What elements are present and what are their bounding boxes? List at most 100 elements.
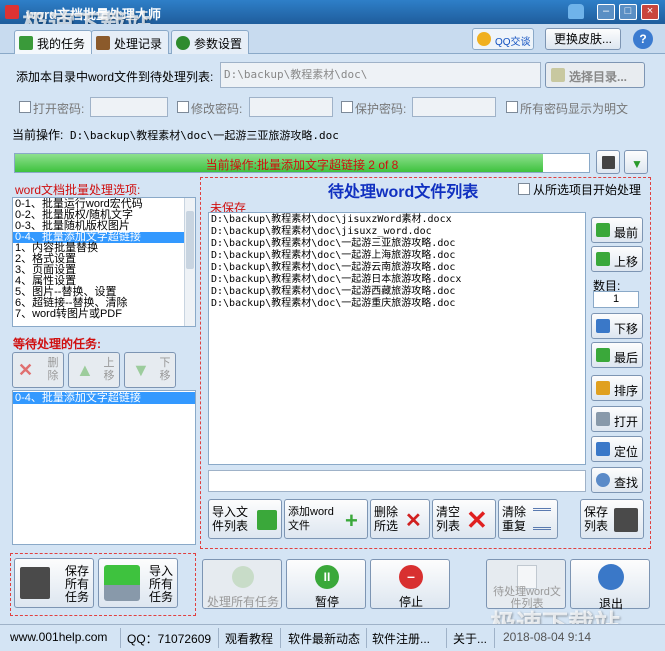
shirt-icon[interactable] — [568, 4, 584, 19]
save-list-label: 保存列表 — [584, 505, 609, 533]
file-item[interactable]: D:\backup\教程素材\doc\一起游云南旅游攻略.doc — [209, 262, 585, 274]
open-password-label: 打开密码: — [33, 102, 85, 116]
exit-button[interactable]: 退出 — [570, 559, 650, 611]
progress-text: 当前操作:批量添加文字超链接 2 of 8 — [205, 158, 399, 172]
import-all-tasks-button[interactable]: 导入所有任务 — [98, 558, 178, 608]
move-top-button[interactable]: 最前 — [591, 217, 643, 243]
locate-icon — [596, 442, 610, 456]
status-news[interactable]: 软件最新动态 — [288, 630, 360, 647]
maximize-button[interactable]: □ — [619, 4, 637, 20]
file-item[interactable]: D:\backup\教程素材\doc\jisuxz_word.doc — [209, 226, 585, 238]
move-bottom-label: 最后 — [614, 351, 639, 365]
dir-path-field[interactable]: D:\backup\教程素材\doc\ — [220, 62, 541, 88]
file-search-field[interactable] — [208, 470, 586, 492]
pause-button[interactable]: II 暂停 — [286, 559, 366, 609]
options-scrollbar[interactable] — [184, 198, 195, 326]
delete-task-label: 删除 — [47, 357, 59, 382]
open-password-checkbox[interactable] — [19, 101, 31, 113]
protect-password-field[interactable] — [412, 97, 496, 117]
find-button[interactable]: 查找 — [591, 467, 643, 493]
file-item[interactable]: D:\backup\教程素材\doc\一起游重庆旅游攻略.doc — [209, 298, 585, 310]
stop-button[interactable]: – 停止 — [370, 559, 450, 609]
process-list-button[interactable]: 待处理word文件列表 — [486, 559, 566, 610]
open-password-field[interactable] — [90, 97, 168, 117]
delete-selected-label: 删除所选 — [374, 505, 399, 533]
qq-chat-button[interactable]: QQ交谈 — [472, 28, 534, 50]
task-up-label: 上移 — [103, 357, 115, 382]
play-icon — [232, 566, 254, 588]
file-item[interactable]: D:\backup\教程素材\doc\一起游上海旅游攻略.doc — [209, 250, 585, 262]
process-all-button[interactable]: 处理所有任务 — [202, 559, 282, 609]
top-arrow-icon — [596, 223, 610, 237]
import-list-label: 导入文件列表 — [212, 505, 249, 533]
option-item[interactable]: 7、word转图片或PDF — [13, 309, 185, 320]
import-list-button[interactable]: 导入文件列表 — [208, 499, 282, 539]
pending-tasks-list[interactable]: 0-4、批量添加文字超链接 — [12, 390, 196, 545]
up-arrow-icon — [596, 252, 610, 266]
help-icon[interactable]: ? — [633, 29, 653, 49]
locate-button[interactable]: 定位 — [591, 436, 643, 462]
start-from-selected-checkbox[interactable] — [518, 183, 530, 195]
tab-settings[interactable]: 参数设置 — [171, 30, 250, 54]
clear-list-button[interactable]: 清空列表 ✕ — [432, 499, 496, 539]
file-item[interactable]: D:\backup\教程素材\doc\一起游日本旅游攻略.docx — [209, 274, 585, 286]
x-icon: ✕ — [18, 360, 34, 380]
clear-icon: ✕ — [466, 505, 488, 535]
tab-history[interactable]: 处理记录 — [91, 30, 170, 54]
add-dir-label: 添加本目录中word文件到待处理列表: — [16, 70, 214, 84]
delete-task-button[interactable]: ✕ 删除 — [12, 352, 64, 388]
close-button[interactable]: × — [641, 4, 659, 20]
pending-title: 等待处理的任务: — [13, 337, 101, 351]
modify-password-label: 修改密码: — [191, 102, 243, 116]
modify-password-field[interactable] — [249, 97, 333, 117]
move-down-label: 下移 — [614, 322, 639, 336]
options-scroll-thumb[interactable] — [186, 211, 194, 269]
change-skin-button[interactable]: 更换皮肤... — [545, 28, 621, 50]
select-dir-label: 选择目录... — [569, 70, 628, 84]
file-item[interactable]: D:\backup\教程素材\doc\一起游三亚旅游攻略.doc — [209, 238, 585, 250]
file-item[interactable]: D:\backup\教程素材\doc\一起游西藏旅游攻略.doc — [209, 286, 585, 298]
show-plain-checkbox[interactable] — [506, 101, 518, 113]
qq-icon — [477, 32, 491, 46]
pending-task-item[interactable]: 0-4、批量添加文字超链接 — [13, 392, 195, 404]
open-label: 打开 — [614, 415, 639, 429]
move-up-button[interactable]: 上移 — [591, 246, 643, 272]
download-button[interactable]: ▼ — [624, 150, 648, 174]
plus-icon: + — [345, 508, 358, 533]
select-dir-button[interactable]: 选择目录... — [545, 62, 645, 88]
save-progress-button[interactable] — [596, 150, 620, 174]
remove-duplicates-button[interactable]: 清除重复 — [498, 499, 558, 539]
status-register[interactable]: 软件注册... — [372, 630, 430, 647]
magnifier-icon — [596, 473, 610, 487]
add-word-label: 添加word文件 — [288, 506, 334, 532]
delete-selected-button[interactable]: 删除所选 ✕ — [370, 499, 430, 539]
file-item[interactable]: D:\backup\教程素材\doc\jisuxzWord素材.docx — [209, 214, 585, 226]
start-from-selected-label: 从所选项目开始处理 — [533, 183, 642, 197]
up-arrow-icon: ▲ — [76, 360, 94, 380]
pause-icon: II — [315, 565, 339, 589]
tab-my-tasks[interactable]: 我的任务 — [14, 30, 93, 54]
open-button[interactable]: 打开 — [591, 406, 643, 432]
count-field[interactable]: 1 — [593, 291, 639, 308]
save-list-button[interactable]: 保存列表 — [580, 499, 644, 539]
minimize-button[interactable]: – — [597, 4, 615, 20]
move-down-button[interactable]: 下移 — [591, 313, 643, 339]
status-divider — [218, 628, 219, 648]
status-divider — [280, 628, 281, 648]
status-about[interactable]: 关于... — [453, 630, 487, 647]
list-icon — [533, 508, 551, 530]
move-bottom-button[interactable]: 最后 — [591, 342, 643, 368]
sort-button[interactable]: 排序 — [591, 375, 643, 401]
status-website[interactable]: www.001help.com — [10, 630, 107, 644]
task-up-button[interactable]: ▲ 上移 — [68, 352, 120, 388]
modify-password-checkbox[interactable] — [177, 101, 189, 113]
options-list[interactable]: 0-1、批量运行word宏代码 0-2、批量版权/随机文字 0-3、批量随机版权图片… — [12, 197, 196, 327]
current-op-label: 当前操作: — [12, 128, 64, 142]
save-all-tasks-button[interactable]: 保存所有任务 — [14, 558, 94, 608]
stop-icon: – — [399, 565, 423, 589]
file-list[interactable]: D:\backup\教程素材\doc\jisuxzWord素材.docx D:\b… — [208, 212, 586, 465]
status-tutorial[interactable]: 观看教程 — [225, 630, 273, 647]
task-down-button[interactable]: ▼ 下移 — [124, 352, 176, 388]
add-word-button[interactable]: 添加word文件 + — [284, 499, 368, 539]
protect-password-checkbox[interactable] — [341, 101, 353, 113]
